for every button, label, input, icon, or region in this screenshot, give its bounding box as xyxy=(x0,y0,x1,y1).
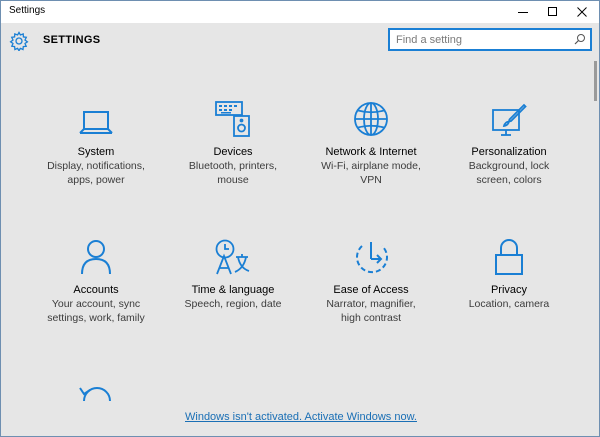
tile-description: Speech, region, date xyxy=(184,298,282,310)
tile-name: Privacy xyxy=(490,284,528,296)
minimize-icon xyxy=(518,12,528,13)
tile-name: Personalization xyxy=(471,146,547,158)
tile-description: Background, lock screen, colors xyxy=(468,160,550,186)
settings-header: SETTINGS xyxy=(1,23,599,61)
devices-icon xyxy=(215,101,250,137)
close-icon xyxy=(577,7,587,17)
tile-description: Narrator, magnifier, high contrast xyxy=(326,298,416,324)
tile-name: Accounts xyxy=(73,284,119,296)
tile-system[interactable]: System Display, notifications, apps, pow… xyxy=(26,98,166,187)
laptop-icon xyxy=(79,111,113,134)
maximize-icon xyxy=(548,7,557,16)
scrollbar[interactable] xyxy=(593,61,598,437)
tile-description: Your account, sync settings, work, famil… xyxy=(47,298,145,324)
tile-privacy[interactable]: Privacy Location, camera xyxy=(439,236,579,311)
tile-name: Time & language xyxy=(191,284,275,296)
tile-name: Devices xyxy=(213,146,253,158)
tile-update-security[interactable] xyxy=(26,371,166,405)
tile-accounts[interactable]: Accounts Your account, sync settings, wo… xyxy=(26,236,166,325)
tile-name: Ease of Access xyxy=(333,284,409,296)
tile-devices[interactable]: Devices Bluetooth, printers, mouse xyxy=(163,98,303,187)
tile-name: Network & Internet xyxy=(325,146,417,158)
update-security-icon xyxy=(79,387,111,402)
person-icon xyxy=(81,240,111,275)
close-button[interactable] xyxy=(565,1,599,23)
gear-icon xyxy=(9,31,29,51)
tile-ease-of-access[interactable]: Ease of Access Narrator, magnifier, high… xyxy=(301,236,441,325)
time-language-icon xyxy=(215,239,250,275)
scrollbar-thumb[interactable] xyxy=(594,61,597,101)
globe-icon xyxy=(354,102,388,136)
search-input[interactable] xyxy=(396,32,566,47)
ease-of-access-icon xyxy=(356,242,388,274)
title-bar: Settings xyxy=(1,1,599,23)
activate-windows-link[interactable]: Windows isn't activated. Activate Window… xyxy=(1,411,600,423)
settings-window: Settings SETTINGS Find a setting System … xyxy=(0,0,600,437)
lock-icon xyxy=(495,239,523,275)
tile-personalization[interactable]: Personalization Background, lock screen,… xyxy=(439,98,579,187)
search-icon[interactable] xyxy=(574,33,586,45)
search-box[interactable] xyxy=(388,28,592,51)
tile-time-language[interactable]: Time & language Speech, region, date xyxy=(163,236,303,311)
tile-network-internet[interactable]: Network & Internet Wi-Fi, airplane mode,… xyxy=(301,98,441,187)
tile-description: Location, camera xyxy=(468,298,550,310)
minimize-button[interactable] xyxy=(506,1,540,23)
tile-description: Wi-Fi, airplane mode, VPN xyxy=(321,160,421,186)
page-title: SETTINGS xyxy=(43,34,101,46)
window-title: Settings xyxy=(9,5,46,16)
tile-description: Display, notifications, apps, power xyxy=(47,160,145,186)
tile-description: Bluetooth, printers, mouse xyxy=(188,160,278,186)
personalization-icon xyxy=(492,103,527,136)
tile-name: System xyxy=(77,146,115,158)
